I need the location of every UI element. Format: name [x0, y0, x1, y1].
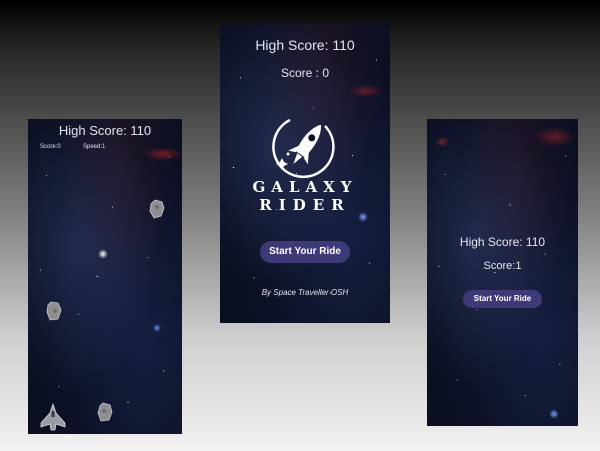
- score-label: Score:0: [40, 144, 61, 150]
- starfield: [427, 119, 578, 426]
- score-label: Score : 0: [280, 66, 330, 80]
- starfield: [28, 119, 182, 434]
- high-score-label: High Score: 110: [58, 123, 152, 138]
- bright-star: [98, 249, 108, 259]
- red-nebula: [348, 84, 384, 98]
- spaceship-icon[interactable]: [40, 403, 66, 431]
- red-nebula: [535, 127, 575, 147]
- asteroid-icon: [97, 402, 113, 422]
- red-star: [435, 137, 449, 147]
- blue-star: [549, 409, 559, 419]
- credit-text: By Space Traveller OSH: [261, 288, 349, 297]
- asteroid-icon: [46, 301, 62, 321]
- rocket-icon: [272, 118, 335, 179]
- logo-title-line1: GALAXY: [252, 178, 358, 196]
- logo-title-line2: RIDER: [259, 196, 351, 214]
- main-menu-screen: High Score: 110 Score : 0 GALAXY RIDER S…: [220, 24, 390, 323]
- high-score-label: High Score: 110: [255, 37, 355, 53]
- game-over-screen: High Score: 110 Score:1 Start Your Ride: [427, 119, 578, 426]
- high-score-label: High Score: 110: [459, 235, 546, 249]
- start-ride-button[interactable]: Start Your Ride: [260, 241, 350, 263]
- score-label: Score:1: [483, 260, 522, 272]
- gameplay-screen: High Score: 110 Score:0 Speed:1: [28, 119, 182, 434]
- asteroid-icon: [149, 199, 165, 219]
- red-nebula: [143, 147, 182, 161]
- start-ride-button[interactable]: Start Your Ride: [463, 290, 542, 308]
- speed-label: Speed:1: [83, 144, 106, 150]
- blue-star: [153, 324, 161, 332]
